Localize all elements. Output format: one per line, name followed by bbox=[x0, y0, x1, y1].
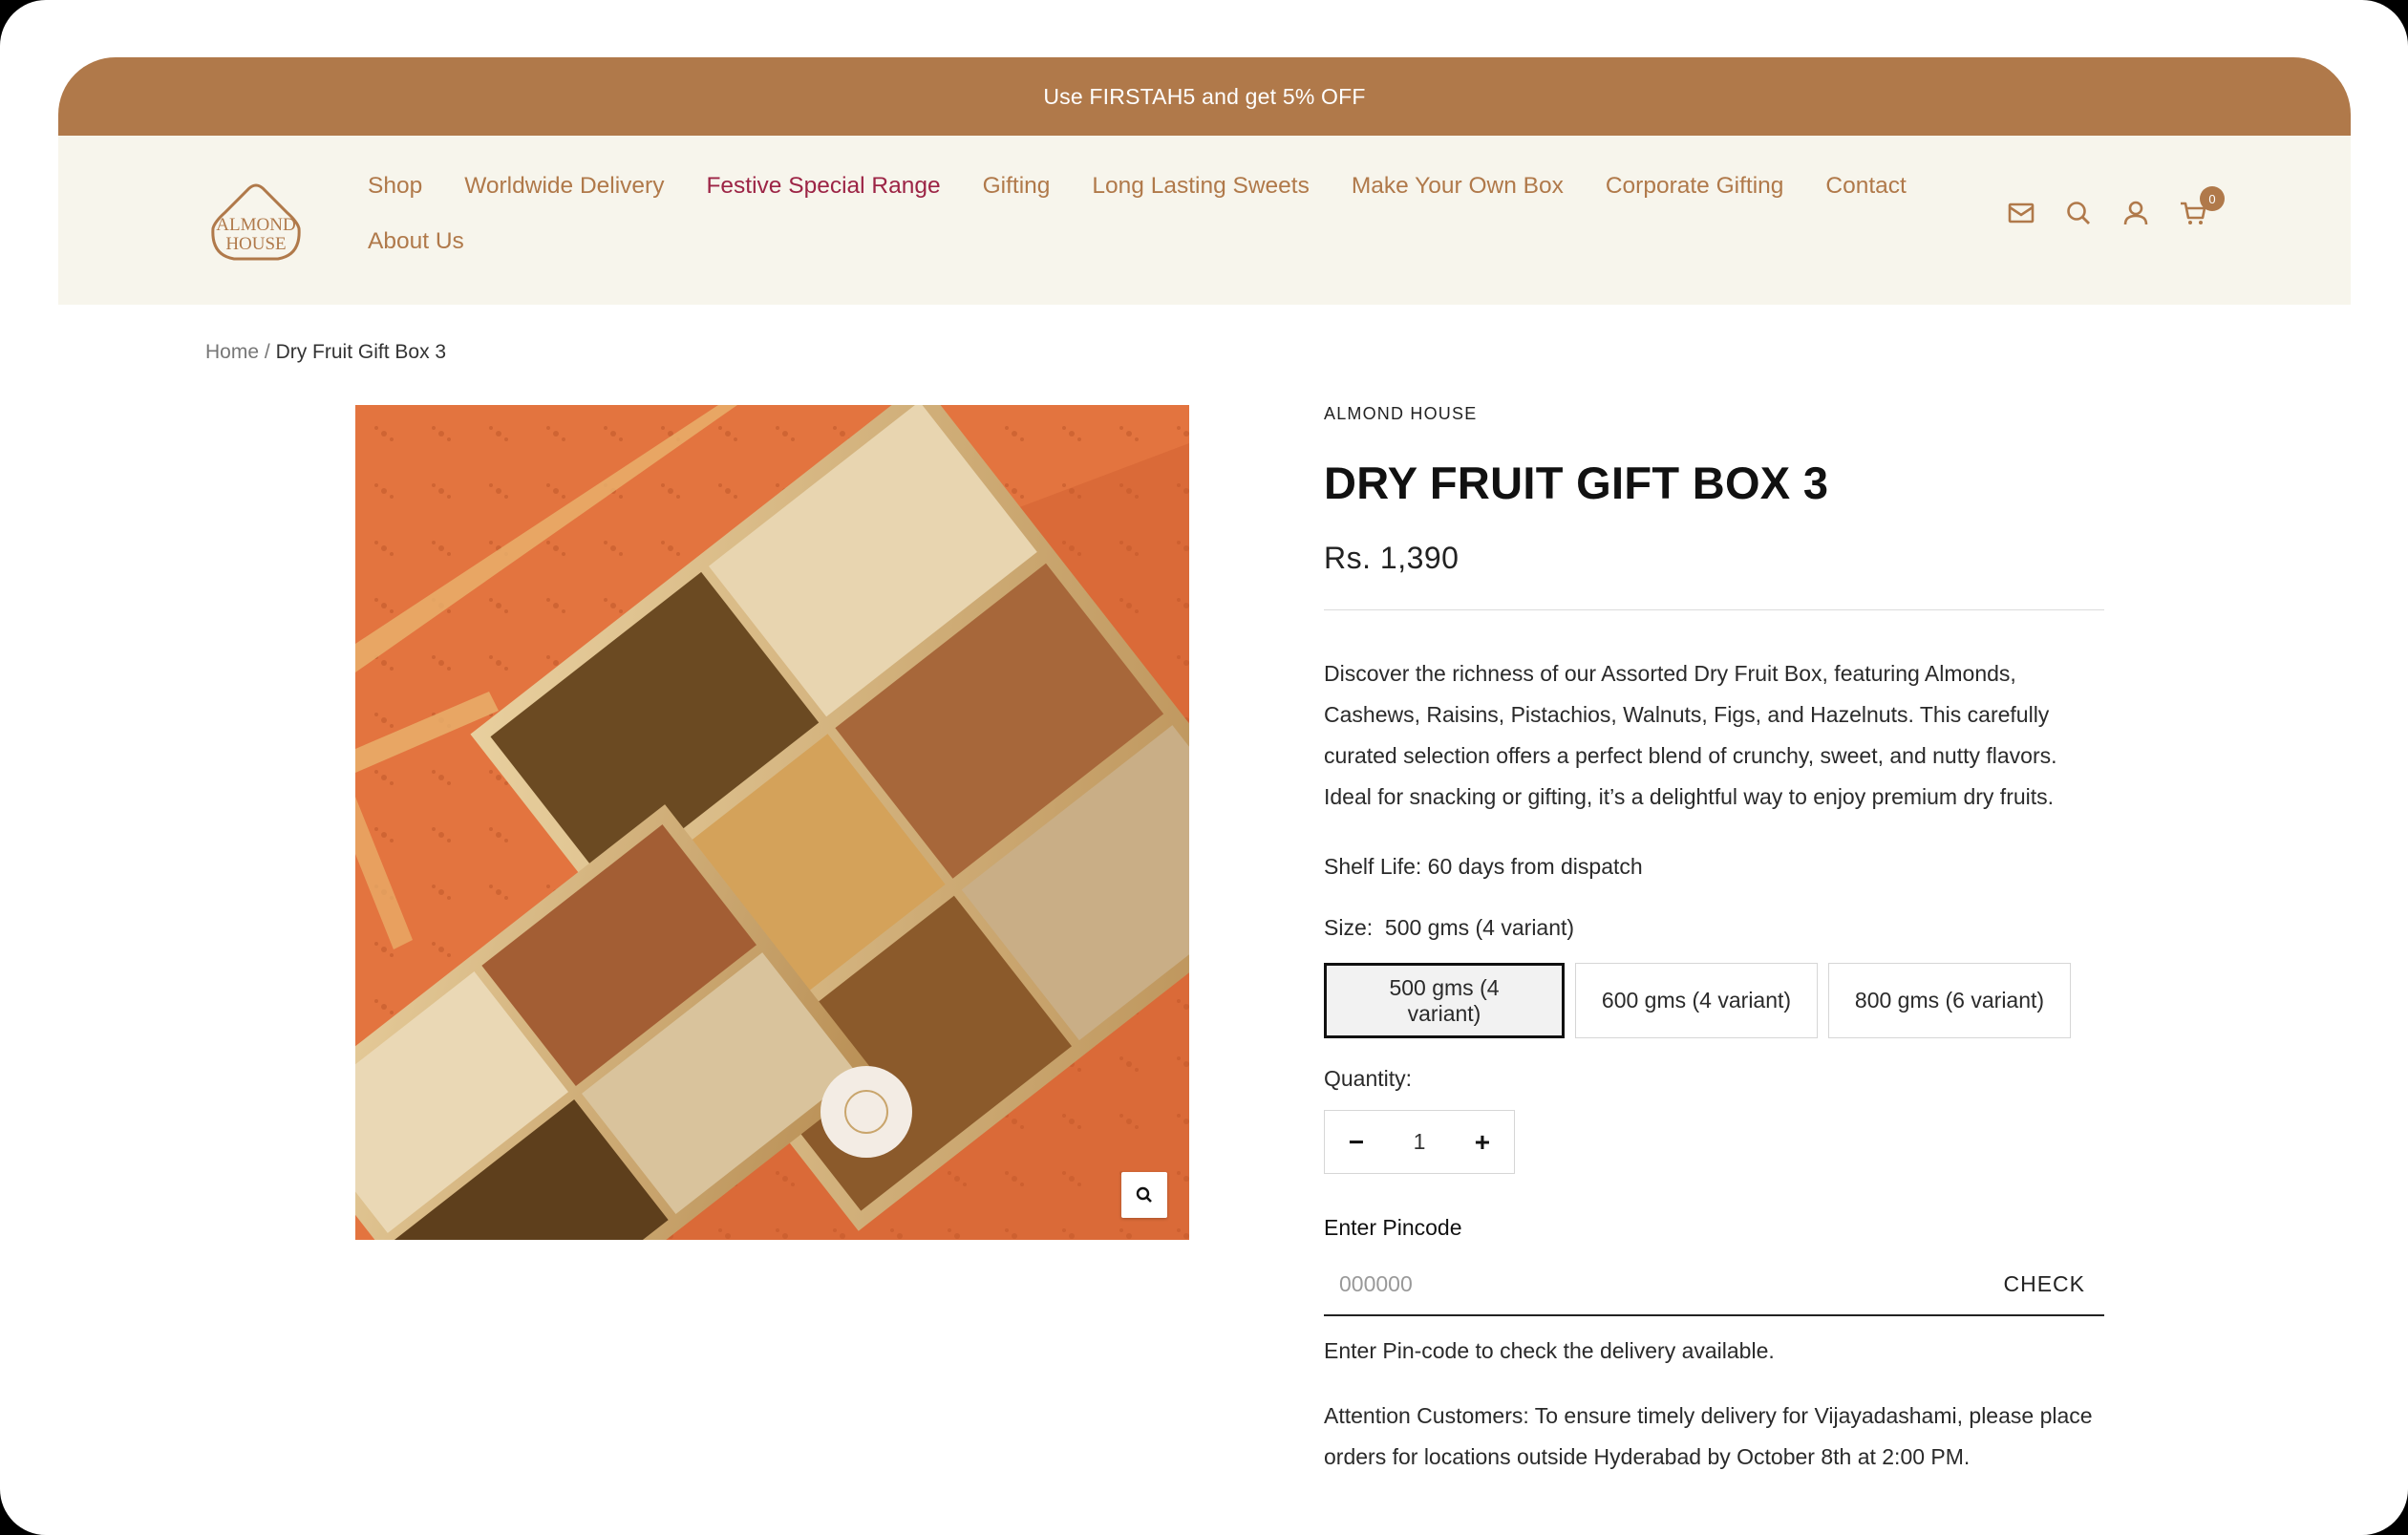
nav-long-lasting-sweets[interactable]: Long Lasting Sweets bbox=[1092, 174, 1309, 199]
nav-worldwide-delivery[interactable]: Worldwide Delivery bbox=[464, 174, 664, 199]
product-price: Rs. 1,390 bbox=[1324, 541, 1460, 575]
quantity-decrease-button[interactable]: − bbox=[1325, 1111, 1388, 1173]
divider bbox=[1324, 609, 2104, 610]
nav-corporate-gifting[interactable]: Corporate Gifting bbox=[1606, 174, 1784, 199]
cart-count-badge: 0 bbox=[2200, 186, 2225, 211]
pincode-label: Enter Pincode bbox=[1324, 1215, 1462, 1240]
search-icon[interactable] bbox=[2064, 199, 2093, 227]
nav-gifting[interactable]: Gifting bbox=[983, 174, 1051, 199]
size-label: Size: 500 gms (4 variant) bbox=[1324, 915, 1574, 941]
logo-text-line2: HOUSE bbox=[225, 234, 286, 254]
breadcrumb-home[interactable]: Home bbox=[205, 341, 259, 363]
nav-about-us[interactable]: About Us bbox=[368, 229, 464, 254]
product-vendor[interactable]: ALMOND HOUSE bbox=[1324, 404, 1477, 424]
variant-500g[interactable]: 500 gms (4 variant) bbox=[1324, 963, 1565, 1038]
mail-icon[interactable] bbox=[2007, 199, 2035, 227]
logo[interactable]: ALMOND HOUSE bbox=[203, 179, 309, 265]
breadcrumb: Home / Dry Fruit Gift Box 3 bbox=[205, 341, 446, 364]
quantity-stepper: − 1 + bbox=[1324, 1110, 1515, 1174]
variant-800g[interactable]: 800 gms (6 variant) bbox=[1828, 963, 2071, 1038]
attention-notice: Attention Customers: To ensure timely de… bbox=[1324, 1403, 2093, 1469]
logo-house-icon: ALMOND HOUSE bbox=[211, 183, 301, 261]
quantity-value[interactable]: 1 bbox=[1414, 1129, 1426, 1155]
page-frame: Use FIRSTAH5 and get 5% OFF ALMOND HOUSE… bbox=[0, 0, 2408, 1535]
zoom-button[interactable] bbox=[1121, 1172, 1167, 1218]
pincode-help-text: Enter Pin-code to check the delivery ava… bbox=[1324, 1338, 1775, 1363]
nav-festive-special-range[interactable]: Festive Special Range bbox=[706, 174, 940, 199]
variant-600g[interactable]: 600 gms (4 variant) bbox=[1575, 963, 1818, 1038]
nav-shop[interactable]: Shop bbox=[368, 174, 422, 199]
breadcrumb-separator: / bbox=[264, 341, 270, 363]
announcement-bar[interactable]: Use FIRSTAH5 and get 5% OFF bbox=[58, 57, 2351, 136]
size-selected-value: 500 gms (4 variant) bbox=[1384, 915, 1575, 940]
check-pincode-button[interactable]: CHECK bbox=[2003, 1271, 2104, 1297]
shelf-life: Shelf Life: 60 days from dispatch bbox=[1324, 854, 1643, 879]
site-header: ALMOND HOUSE Shop Worldwide Delivery Fes… bbox=[58, 136, 2351, 305]
nav-contact[interactable]: Contact bbox=[1825, 174, 1906, 199]
quantity-label: Quantity: bbox=[1324, 1066, 1413, 1091]
product-description: Discover the richness of our Assorted Dr… bbox=[1324, 661, 2057, 809]
nav-make-your-own-box[interactable]: Make Your Own Box bbox=[1352, 174, 1564, 199]
quantity-increase-button[interactable]: + bbox=[1451, 1111, 1514, 1173]
announcement-text: Use FIRSTAH5 and get 5% OFF bbox=[1043, 83, 1366, 109]
account-icon[interactable] bbox=[2121, 199, 2150, 227]
size-label-text: Size: bbox=[1324, 915, 1374, 940]
pincode-input[interactable] bbox=[1324, 1270, 1897, 1297]
main-nav: Shop Worldwide Delivery Festive Special … bbox=[368, 174, 1992, 254]
cart-icon[interactable]: 0 bbox=[2179, 186, 2225, 227]
breadcrumb-current: Dry Fruit Gift Box 3 bbox=[275, 341, 447, 363]
variant-selector: 500 gms (4 variant) 600 gms (4 variant) … bbox=[1324, 963, 2071, 1038]
pincode-row: CHECK bbox=[1324, 1253, 2104, 1316]
product-title: DRY FRUIT GIFT BOX 3 bbox=[1324, 458, 1829, 508]
product-image[interactable] bbox=[355, 405, 1189, 1240]
zoom-search-icon bbox=[1136, 1186, 1152, 1203]
header-icons: 0 bbox=[2007, 186, 2225, 227]
logo-text-line1: ALMOND bbox=[216, 215, 295, 235]
